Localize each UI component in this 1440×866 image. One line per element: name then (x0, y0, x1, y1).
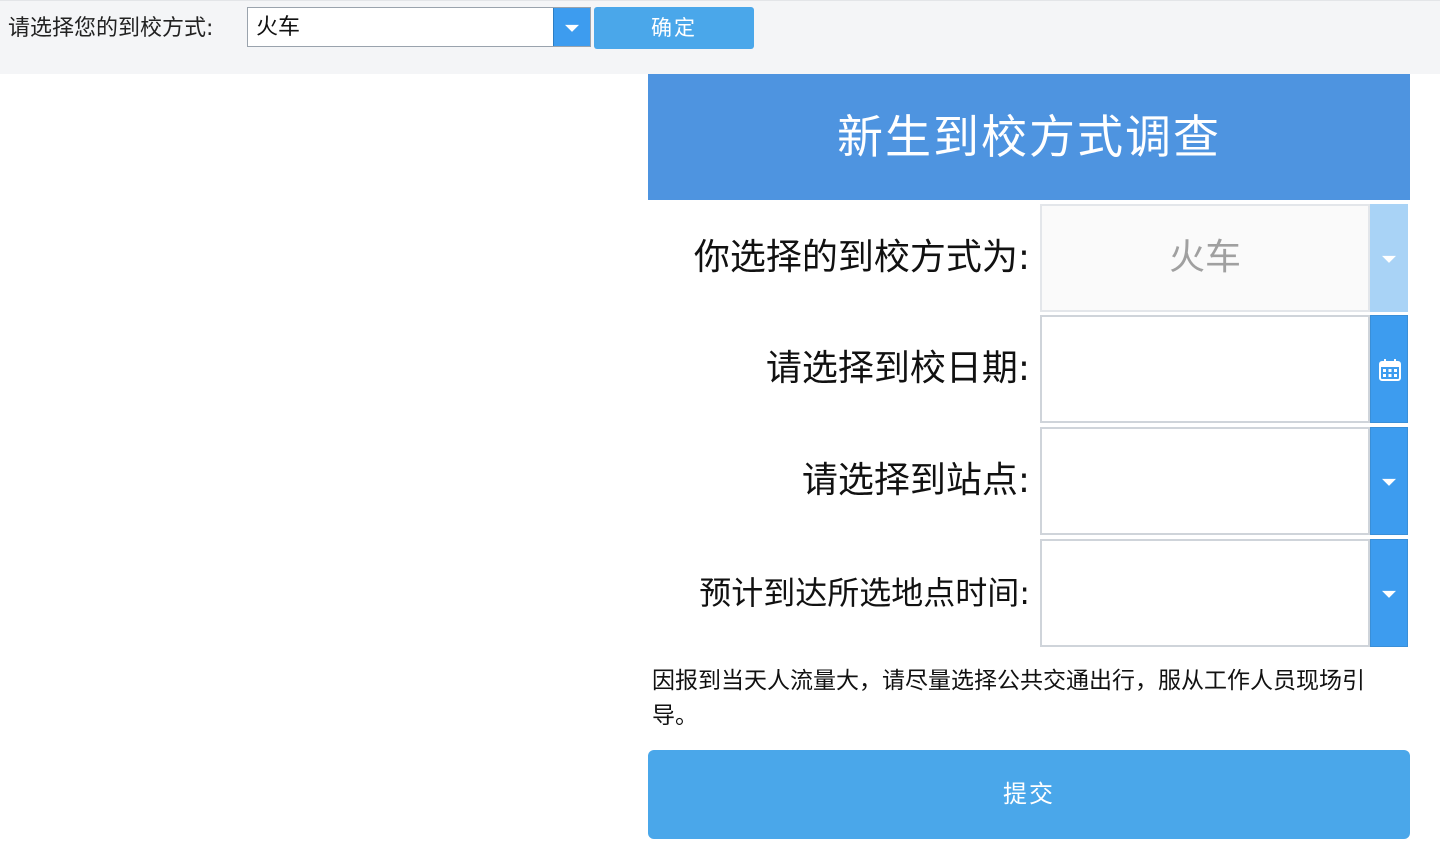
arrival-time-toggle[interactable] (1370, 539, 1408, 647)
form-title: 新生到校方式调查 (837, 110, 1221, 164)
transport-select-toggle[interactable] (553, 8, 590, 46)
chevron-down-icon (1382, 590, 1396, 598)
arrival-station-select[interactable] (1040, 427, 1370, 535)
chevron-down-icon (565, 24, 579, 32)
form-row-transport: 你选择的到校方式为: 火车 (648, 204, 1410, 312)
submit-button[interactable]: 提交 (648, 750, 1410, 839)
transport-mode-toggle (1370, 204, 1408, 312)
transport-select[interactable]: 火车 (247, 7, 591, 47)
transport-select-label: 请选择您的到校方式: (8, 16, 214, 41)
arrival-date-label: 请选择到校日期: (765, 348, 1030, 389)
calendar-icon (1379, 359, 1401, 381)
date-picker-button[interactable] (1370, 315, 1408, 423)
form-row-time: 预计到达所选地点时间: (648, 539, 1410, 647)
chevron-down-icon (1382, 478, 1396, 486)
transport-mode-field: 火车 (1040, 204, 1370, 312)
confirm-button[interactable]: 确定 (594, 7, 754, 49)
transport-toolbar: 请选择您的到校方式: 火车 确定 (0, 0, 1440, 74)
arrival-time-select[interactable] (1040, 539, 1370, 647)
transport-mode-value: 火车 (1168, 237, 1241, 278)
chevron-down-icon (1382, 255, 1396, 263)
transport-select-value: 火车 (256, 15, 301, 40)
arrival-date-input[interactable] (1040, 315, 1370, 423)
form-row-date: 请选择到校日期: (648, 315, 1410, 423)
arrival-time-label: 预计到达所选地点时间: (699, 574, 1030, 612)
arrival-station-label: 请选择到站点: (801, 460, 1030, 501)
form-header: 新生到校方式调查 (648, 74, 1410, 200)
crowd-notice: 因报到当天人流量大，请尽量选择公共交通出行，服从工作人员现场引导。 (652, 668, 1365, 729)
arrival-station-toggle[interactable] (1370, 427, 1408, 535)
transport-mode-label: 你选择的到校方式为: (693, 237, 1030, 278)
form-row-station: 请选择到站点: (648, 427, 1410, 535)
